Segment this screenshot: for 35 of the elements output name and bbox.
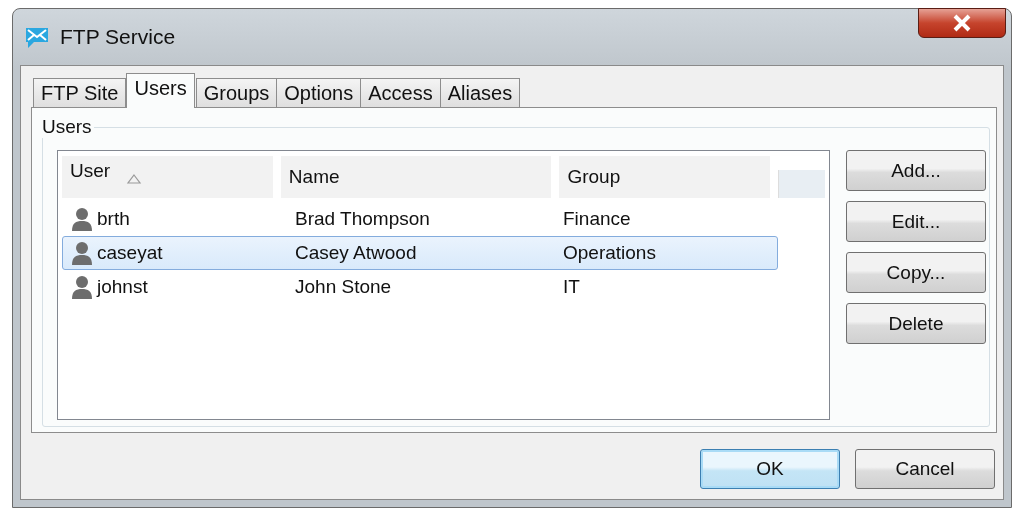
close-icon [951,14,973,32]
table-row[interactable]: brth Brad Thompson Finance [62,202,778,236]
action-button[interactable]: Add... [846,150,986,191]
column-header [778,170,825,198]
tab[interactable]: Access [360,78,441,108]
tab[interactable]: FTP Site [33,78,127,108]
column-header[interactable]: Group [559,156,771,198]
tab[interactable]: Groups [195,78,278,108]
dialog-button[interactable]: OK [700,449,840,489]
tab[interactable]: Options [276,78,362,108]
tab[interactable]: Aliases [439,78,521,108]
action-button[interactable]: Delete [846,303,986,344]
table-cell-text: Casey Atwood [294,242,418,264]
column-header[interactable]: Name [280,156,552,198]
table-row[interactable]: johnst John Stone IT [62,270,778,304]
person-icon [71,241,93,265]
table-cell: brth [97,208,130,230]
person-icon [71,275,93,299]
table-cell-text: John Stone [294,276,393,298]
table-row[interactable]: caseyat Casey Atwood Operations [62,236,778,270]
table-cell: johnst [97,276,148,298]
table-cell-text: Brad Thompson [294,208,431,230]
table-cell: IT [563,276,580,298]
close-button[interactable] [918,8,1006,38]
person-icon [71,207,93,231]
table-cell: Operations [563,242,656,264]
column-header[interactable]: User [62,156,273,198]
user-list[interactable]: User Name Group brth Brad Thompson Finance caseyat Casey Atwood Operations johnst John Stone IT [57,150,830,420]
table-cell: caseyat [97,242,163,264]
window-title: FTP Service [60,25,176,49]
tab[interactable]: Users [126,73,195,108]
action-button[interactable]: Copy... [846,252,986,293]
action-button[interactable]: Edit... [846,201,986,242]
dialog-button[interactable]: Cancel [855,449,995,489]
table-cell: Finance [563,208,631,230]
